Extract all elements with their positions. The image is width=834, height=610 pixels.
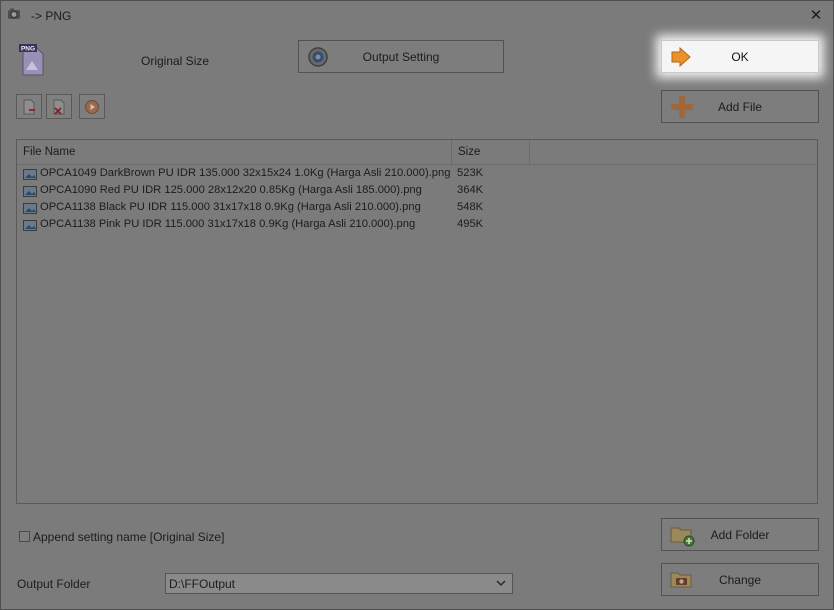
- remove-file-button[interactable]: [16, 94, 42, 119]
- list-header: File Name Size: [17, 140, 817, 165]
- image-file-icon: [23, 186, 37, 197]
- ok-label: OK: [731, 49, 749, 64]
- add-file-label: Add File: [717, 99, 763, 114]
- image-file-icon: [23, 220, 37, 231]
- file-list[interactable]: File Name Size OPCA1049 DarkBrown PU IDR…: [16, 139, 818, 504]
- image-file-icon: [23, 169, 37, 180]
- arrow-right-icon: [671, 46, 691, 67]
- file-size: 523K: [457, 167, 484, 179]
- title-bar: -> PNG ✕: [1, 1, 833, 29]
- add-file-button[interactable]: Add File: [661, 90, 819, 123]
- clear-list-button[interactable]: [46, 94, 72, 119]
- output-setting-label: Output Setting: [362, 49, 440, 64]
- output-folder-label: Output Folder: [17, 577, 91, 591]
- png-file-icon: PNG: [19, 44, 44, 76]
- add-folder-label: Add Folder: [710, 527, 770, 542]
- file-size: 495K: [457, 218, 484, 230]
- image-file-icon: [23, 203, 37, 214]
- list-item[interactable]: OPCA1138 Black PU IDR 115.000 31x17x18 0…: [21, 200, 541, 217]
- file-name: OPCA1049 DarkBrown PU IDR 135.000 32x15x…: [40, 167, 451, 179]
- remove-file-icon: [23, 99, 35, 114]
- add-folder-icon: [670, 527, 695, 546]
- output-folder-value: D:\FFOutput: [169, 577, 236, 591]
- output-setting-icon: [308, 46, 328, 67]
- plus-icon: [671, 95, 693, 118]
- play-icon: [85, 99, 99, 114]
- append-setting-checkbox[interactable]: [19, 531, 30, 542]
- close-button[interactable]: ✕: [799, 1, 833, 29]
- app-icon: [8, 8, 20, 19]
- close-icon: ✕: [809, 7, 823, 24]
- add-folder-button[interactable]: Add Folder: [661, 518, 819, 551]
- file-size: 548K: [457, 201, 484, 213]
- change-folder-button[interactable]: Change: [661, 563, 819, 596]
- png-badge-text: PNG: [21, 46, 35, 53]
- column-header-size[interactable]: Size: [452, 140, 530, 164]
- folder-camera-icon: [670, 572, 692, 587]
- change-label: Change: [718, 572, 762, 587]
- file-name: OPCA1090 Red PU IDR 125.000 28x12x20 0.8…: [40, 184, 422, 196]
- converter-window: -> PNG ✕ PNG Original Size Output Settin…: [0, 0, 834, 610]
- output-folder-select[interactable]: D:\FFOutput: [165, 573, 513, 594]
- chevron-down-icon: [496, 580, 506, 586]
- play-button[interactable]: [79, 94, 105, 119]
- clear-list-icon: [53, 99, 65, 115]
- list-item[interactable]: OPCA1138 Pink PU IDR 115.000 31x17x18 0.…: [21, 217, 541, 234]
- ok-button[interactable]: OK: [661, 40, 819, 73]
- file-size: 364K: [457, 184, 484, 196]
- original-size-label: Original Size: [141, 54, 210, 68]
- output-setting-button[interactable]: Output Setting: [298, 40, 504, 73]
- window-title: -> PNG: [31, 9, 72, 23]
- append-setting-label: Append setting name [Original Size]: [33, 530, 225, 544]
- file-name: OPCA1138 Black PU IDR 115.000 31x17x18 0…: [40, 201, 421, 213]
- file-name: OPCA1138 Pink PU IDR 115.000 31x17x18 0.…: [40, 218, 416, 230]
- list-item[interactable]: OPCA1049 DarkBrown PU IDR 135.000 32x15x…: [21, 166, 541, 183]
- list-item[interactable]: OPCA1090 Red PU IDR 125.000 28x12x20 0.8…: [21, 183, 541, 200]
- column-header-file-name[interactable]: File Name: [17, 140, 452, 164]
